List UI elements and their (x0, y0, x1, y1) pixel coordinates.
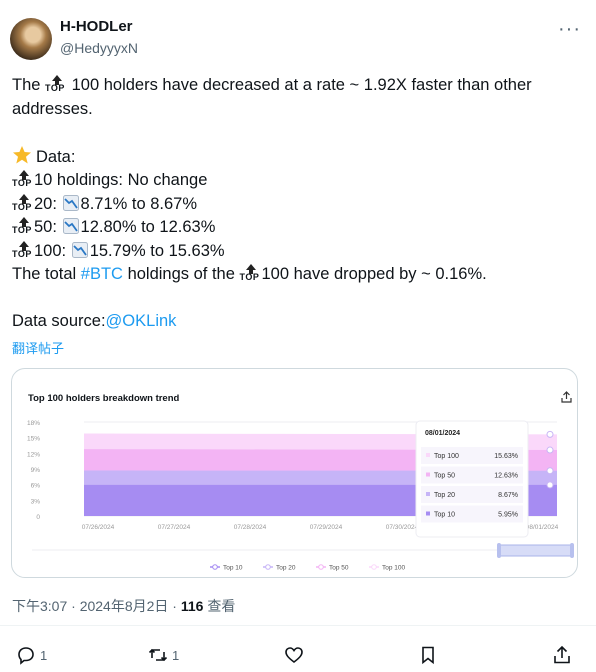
text-segment: The (12, 76, 46, 94)
y-tick-label: 0 (36, 514, 40, 521)
y-tick-label: 15% (27, 436, 40, 443)
top20-label: 20: (34, 194, 62, 213)
top20-value: 8.71% to 8.67% (80, 194, 198, 213)
legend-label: Top 20 (276, 565, 296, 572)
tooltip-series-name: Top 10 (434, 512, 455, 519)
reply-button[interactable]: 1 (16, 640, 47, 670)
top100-label: 100: (34, 241, 71, 260)
top-arrow-icon: TOP (12, 240, 34, 259)
range-handle-left (497, 543, 501, 558)
y-tick-label: 6% (31, 483, 41, 490)
author-handle[interactable]: @HedyyyxN (60, 40, 138, 56)
text-line: addresses. (12, 99, 93, 118)
x-tick-label: 07/27/2024 (158, 524, 191, 531)
legend-marker (212, 564, 218, 570)
top-arrow-icon: TOP (239, 264, 261, 282)
legend-label: Top 100 (382, 565, 406, 572)
translate-post-link[interactable]: 翻译帖子 (12, 338, 64, 357)
divider (0, 625, 596, 626)
tweet-meta: 下午3:07 · 2024年8月2日 · 116 查看 (12, 596, 235, 616)
top-arrow-icon: TOP (45, 75, 67, 93)
range-handle-right (570, 543, 574, 558)
star-icon (13, 145, 31, 163)
timestamp[interactable]: 下午3:07 · 2024年8月2日 · (12, 598, 181, 614)
tooltip-date: 08/01/2024 (425, 430, 460, 437)
views-label: 查看 (203, 598, 236, 614)
avatar[interactable] (10, 18, 52, 60)
tooltip-swatch (426, 511, 430, 516)
chart-decreasing-icon (62, 218, 79, 234)
view-count: 116 (180, 598, 204, 614)
action-bar: 1 1 (0, 640, 596, 670)
tooltip-series-name: Top 100 (434, 453, 459, 460)
tooltip-series-name: Top 20 (434, 492, 455, 499)
top50-value: 12.80% to 12.63% (80, 218, 216, 236)
text-segment: 100 holders have decreased at a rate ~ 1… (67, 76, 532, 94)
text-segment: The total (12, 265, 81, 283)
reply-count: 1 (40, 647, 48, 663)
top-arrow-icon: TOP (12, 170, 34, 188)
x-tick-label: 07/30/2024 (386, 524, 419, 531)
top-arrow-icon: TOP (12, 193, 34, 212)
x-tick-label: 07/28/2024 (234, 524, 267, 531)
source-label: Data source: (12, 312, 106, 330)
like-button[interactable] (284, 640, 304, 670)
chart-image-card[interactable]: Top 100 holders breakdown trend 18% 15% 12… (11, 368, 578, 578)
bookmark-button[interactable] (418, 640, 438, 670)
top100-value: 15.79% to 15.63% (89, 241, 225, 260)
top50-label: 50: (34, 218, 62, 236)
series-point (546, 467, 554, 475)
y-tick-label: 18% (27, 420, 40, 427)
btc-hashtag-link[interactable]: #BTC (81, 265, 123, 283)
tooltip-series-value: 12.63% (494, 473, 518, 480)
y-tick-label: 3% (31, 498, 41, 505)
y-tick-label: 9% (31, 467, 41, 474)
x-tick-label: 07/26/2024 (82, 524, 115, 531)
tooltip-swatch (426, 453, 430, 457)
top10-row: 10 holdings: No change (34, 171, 208, 189)
bookmark-icon (422, 646, 434, 665)
share-button[interactable] (552, 640, 572, 670)
legend-marker (265, 564, 271, 570)
legend-marker (371, 564, 377, 570)
legend-label: Top 10 (223, 565, 243, 572)
reply-icon (18, 647, 34, 665)
share-up-icon (554, 645, 570, 664)
chart-decreasing-icon (62, 194, 79, 211)
x-tick-label: 08/01/2024 (526, 524, 559, 531)
tooltip-series-value: 15.63% (494, 453, 518, 460)
tooltip-series-name: Top 50 (434, 473, 455, 480)
repost-button[interactable]: 1 (148, 640, 179, 670)
tooltip-series-value: 5.95% (498, 512, 518, 519)
range-window (498, 544, 573, 557)
legend-label: Top 50 (329, 565, 349, 572)
chart-svg: 18% 15% 12% 9% 6% 3% 0 07/26/2024 07/27/2024 07/2… (27, 420, 574, 572)
y-tick-label: 12% (27, 451, 40, 458)
chart-decreasing-icon (71, 241, 88, 258)
top-arrow-icon: TOP (12, 217, 34, 235)
tooltip-swatch (426, 492, 430, 496)
heart-icon (285, 647, 303, 664)
text-segment: holdings of the (122, 265, 240, 283)
x-tick-label: 07/29/2024 (310, 524, 343, 531)
tooltip-swatch (426, 472, 430, 477)
data-label: Data: (36, 147, 76, 166)
tooltip-series-value: 8.67% (498, 492, 518, 499)
series-point (546, 481, 554, 489)
tweet-text: The TOP 100 holders have decreased at a … (12, 74, 584, 334)
repost-count: 1 (172, 647, 180, 663)
more-options-icon[interactable]: ··· (558, 18, 581, 41)
series-point (546, 430, 554, 438)
repost-icon (148, 648, 168, 662)
legend-marker (318, 564, 324, 570)
oklink-mention-link[interactable]: @OKLink (106, 312, 177, 330)
author-name[interactable]: H-HODLer (60, 18, 133, 35)
series-point (546, 446, 554, 454)
text-segment: 100 have dropped by ~ 0.16%. (261, 265, 487, 283)
